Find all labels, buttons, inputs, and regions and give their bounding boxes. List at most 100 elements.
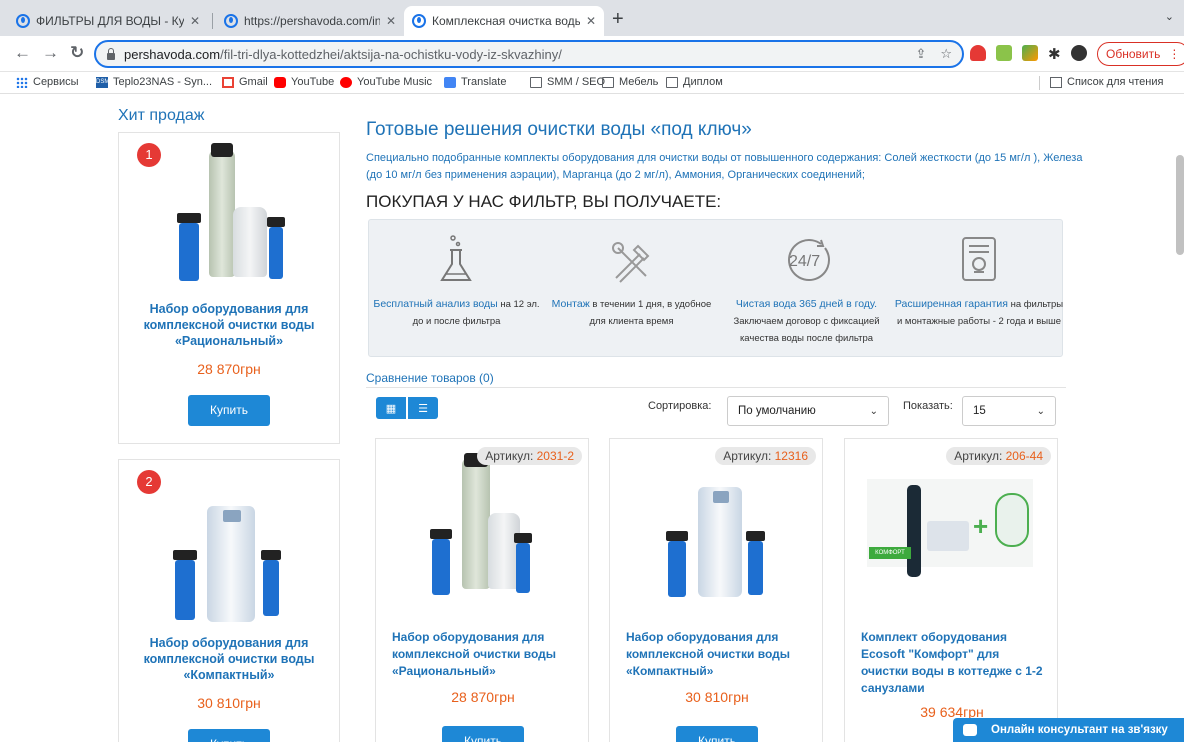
close-tab-icon[interactable]: ✕ (386, 14, 396, 28)
chevron-down-icon: ⌄ (869, 405, 878, 417)
compare-products-link[interactable]: Сравнение товаров (0) (366, 371, 494, 385)
close-tab-icon[interactable]: ✕ (190, 14, 200, 28)
kebab-menu-icon[interactable]: ⋮ (1168, 47, 1180, 61)
bookmark-translate[interactable]: Translate (444, 76, 506, 88)
lock-icon[interactable] (106, 48, 116, 60)
youtube-music-icon (340, 76, 352, 88)
sku-badge: Артикул: 12316 (715, 447, 816, 465)
grid-view-icon[interactable]: ▦ (376, 397, 406, 419)
chat-label: Онлайн консультант на зв'язку (991, 724, 1168, 736)
buy-button[interactable]: Купить (188, 729, 270, 742)
back-arrow-icon[interactable]: ← (14, 43, 31, 63)
sku-value: 12316 (774, 449, 808, 463)
benefits-heading: ПОКУПАЯ У НАС ФИЛЬТР, ВЫ ПОЛУЧАЕТЕ: (366, 192, 722, 211)
limit-select[interactable]: 15 ⌄ (962, 396, 1056, 426)
chat-bubble-icon (963, 724, 977, 736)
extension-color-icon[interactable] (1022, 45, 1038, 61)
reading-list[interactable]: Список для чтения (1050, 76, 1163, 88)
sku-label: Артикул: (954, 449, 1003, 463)
product-image[interactable] (610, 457, 824, 597)
sort-select[interactable]: По умолчанию ⌄ (727, 396, 889, 426)
address-bar[interactable]: pershavoda.com /fil-tri-dlya-kottedzhei/… (94, 40, 964, 68)
product-price: 28 870грн (197, 361, 261, 377)
tab-title: https://pershavoda.com/index. (244, 14, 380, 28)
browser-tab-2[interactable]: https://pershavoda.com/index. ✕ (216, 6, 404, 36)
svg-text:24/7: 24/7 (789, 253, 820, 270)
benefit-highlight-link[interactable]: Бесплатный анализ воды (373, 298, 497, 310)
site-favicon-icon (16, 14, 30, 28)
bookmark-youtube[interactable]: YouTube (274, 76, 334, 88)
benefit-installation: Монтаж в течении 1 дня, в удобное для кл… (544, 228, 719, 330)
product-price: 30 810грн (197, 695, 261, 711)
product-name-link[interactable]: Набор оборудования для комплексной очист… (626, 629, 811, 680)
tab-search-chevron-icon[interactable]: ⌄ (1165, 10, 1174, 23)
divider (366, 387, 1066, 388)
bookmark-teplo23nas[interactable]: DSM Teplo23NAS - Syn... (96, 76, 212, 88)
url-host: pershavoda.com (124, 46, 221, 62)
new-tab-plus-icon[interactable]: + (612, 8, 624, 31)
page-title: Готовые решения очистки воды «под ключ» (366, 119, 752, 140)
bestseller-card-2: 2 Набор оборудования для комплексной очи… (118, 459, 340, 742)
dsm-icon: DSM (96, 76, 109, 88)
product-image[interactable]: КОМФОРТ + (845, 457, 1059, 587)
online-chat-button[interactable]: Онлайн консультант на зв'язку (953, 718, 1184, 742)
reload-icon[interactable]: ↻ (70, 43, 84, 63)
sku-value: 2031-2 (536, 449, 574, 463)
list-view-icon[interactable]: ☰ (408, 397, 438, 419)
browser-tab-1[interactable]: ФИЛЬТРЫ ДЛЯ ВОДЫ - Купи ✕ (8, 6, 208, 36)
bookmark-smm-seo[interactable]: SMM / SEO (530, 76, 605, 88)
bookmark-diplom[interactable]: Диплом (666, 76, 723, 88)
share-icon[interactable]: ⇪ (915, 46, 926, 62)
close-tab-icon[interactable]: ✕ (586, 14, 596, 28)
benefit-highlight-link[interactable]: Расширенная гарантия (895, 298, 1008, 310)
browser-toolbar: ← → ↻ pershavoda.com /fil-tri-dlya-kotte… (0, 36, 1184, 72)
bookmark-services[interactable]: Сервисы (16, 76, 79, 88)
buy-button[interactable]: Купить (188, 395, 270, 426)
profile-avatar-icon[interactable] (1070, 45, 1087, 61)
browser-tab-3-active[interactable]: Комплексная очистка воды п ✕ (404, 6, 604, 36)
sku-label: Артикул: (723, 449, 772, 463)
product-image[interactable] (376, 453, 590, 595)
folder-icon (666, 76, 678, 88)
product-name-link[interactable]: Комплект оборудования Ecosoft "Комфорт" … (861, 629, 1046, 697)
site-favicon-icon (412, 14, 426, 28)
translate-icon (444, 76, 456, 88)
product-name-link[interactable]: Набор оборудования для комплексной очист… (119, 635, 339, 683)
update-label: Обновить (1106, 47, 1161, 61)
apps-grid-icon (16, 76, 28, 88)
product-name-link[interactable]: Набор оборудования для комплексной очист… (119, 301, 339, 349)
extension-red-icon[interactable] (970, 45, 986, 61)
sku-value: 206-44 (1005, 449, 1043, 463)
bookmark-mebel[interactable]: Мебель (602, 76, 658, 88)
bookmark-youtube-music[interactable]: YouTube Music (340, 76, 432, 88)
bookmark-star-icon[interactable]: ☆ (940, 46, 952, 62)
benefit-text: Заключаем договор с фиксацией качества в… (733, 316, 880, 344)
benefit-highlight-link[interactable]: Монтаж (552, 298, 590, 310)
scrollbar-thumb[interactable] (1176, 155, 1184, 255)
extension-green-icon[interactable] (996, 45, 1012, 61)
warranty-document-icon (894, 228, 1064, 288)
chevron-down-icon: ⌄ (1036, 405, 1045, 417)
product-image[interactable] (119, 143, 339, 293)
benefit-clean-water: 24/7 Чистая вода 365 дней в году. Заключ… (719, 228, 894, 347)
update-button[interactable]: Обновить ⋮ (1097, 42, 1184, 66)
bestsellers-title: Хит продаж (118, 107, 205, 124)
bookmark-gmail[interactable]: Gmail (222, 76, 268, 88)
product-name-link[interactable]: Набор оборудования для комплексной очист… (392, 629, 577, 680)
buy-button[interactable]: Купить (442, 726, 524, 742)
benefit-water-analysis: Бесплатный анализ воды на 12 эл. до и по… (369, 228, 544, 330)
tab-title: Комплексная очистка воды п (432, 14, 580, 28)
buy-button[interactable]: Купить (676, 726, 758, 742)
sku-badge: Артикул: 2031-2 (477, 447, 582, 465)
benefit-highlight-link[interactable]: Чистая вода 365 дней в году. (736, 298, 877, 310)
benefits-panel: Бесплатный анализ воды на 12 эл. до и по… (368, 219, 1063, 357)
bookmark-label: YouTube (291, 76, 335, 88)
bookmark-label: Translate (461, 76, 507, 88)
benefit-text: в течении 1 дня, в удобное для клиента в… (589, 299, 712, 327)
forward-arrow-icon[interactable]: → (42, 43, 59, 63)
extensions-puzzle-icon[interactable]: ✱ (1048, 45, 1061, 63)
bookmark-label: Gmail (239, 76, 268, 88)
bookmark-label: Диплом (683, 76, 723, 88)
product-image[interactable] (119, 470, 339, 625)
product-price: 28 870грн (451, 689, 515, 705)
